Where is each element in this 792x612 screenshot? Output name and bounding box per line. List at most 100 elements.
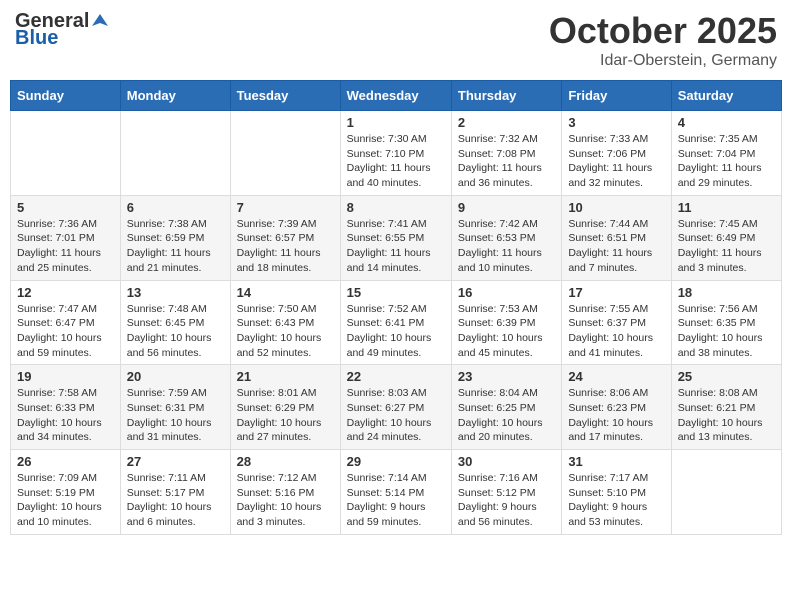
weekday-header-thursday: Thursday xyxy=(451,81,561,111)
calendar-week-row: 12 Sunrise: 7:47 AM Sunset: 6:47 PM Dayli… xyxy=(11,280,782,365)
calendar-week-row: 5Sunrise: 7:36 AM Sunset: 7:01 PM Daylig… xyxy=(11,195,782,280)
day-info: Sunrise: 7:53 AM Sunset: 6:39 PM Dayligh… xyxy=(458,302,555,361)
day-number: 15 xyxy=(347,285,445,300)
day-number: 3 xyxy=(568,115,664,130)
calendar-cell: 17Sunrise: 7:55 AM Sunset: 6:37 PM Dayli… xyxy=(562,280,671,365)
calendar-cell: 2 Sunrise: 7:32 AM Sunset: 7:08 PM Daylig… xyxy=(451,111,561,196)
day-number: 24 xyxy=(568,369,664,384)
weekday-header-friday: Friday xyxy=(562,81,671,111)
day-number: 23 xyxy=(458,369,555,384)
calendar-cell xyxy=(230,111,340,196)
calendar-cell: 26 Sunrise: 7:09 AM Sunset: 5:19 PM Dayli… xyxy=(11,450,121,535)
calendar-cell: 22 Sunrise: 8:03 AM Sunset: 6:27 PM Dayli… xyxy=(340,365,451,450)
calendar-week-row: 1 Sunrise: 7:30 AM Sunset: 7:10 PM Daylig… xyxy=(11,111,782,196)
day-info: Sunrise: 7:47 AM Sunset: 6:47 PM Dayligh… xyxy=(17,302,114,361)
day-info: Sunrise: 8:06 AM Sunset: 6:23 PM Dayligh… xyxy=(568,386,664,445)
day-info: Sunrise: 7:16 AM Sunset: 5:12 PM Dayligh… xyxy=(458,471,555,530)
day-info: Sunrise: 7:30 AM Sunset: 7:10 PM Dayligh… xyxy=(347,132,445,191)
calendar-cell: 9Sunrise: 7:42 AM Sunset: 6:53 PM Daylig… xyxy=(451,195,561,280)
day-info: Sunrise: 7:52 AM Sunset: 6:41 PM Dayligh… xyxy=(347,302,445,361)
logo: General Blue xyxy=(15,10,111,50)
calendar-cell: 19Sunrise: 7:58 AM Sunset: 6:33 PM Dayli… xyxy=(11,365,121,450)
calendar-cell xyxy=(11,111,121,196)
calendar-cell: 30 Sunrise: 7:16 AM Sunset: 5:12 PM Dayli… xyxy=(451,450,561,535)
day-number: 19 xyxy=(17,369,114,384)
logo-blue-text: Blue xyxy=(15,27,58,50)
logo-icon xyxy=(90,12,110,32)
weekday-header-tuesday: Tuesday xyxy=(230,81,340,111)
day-info: Sunrise: 7:59 AM Sunset: 6:31 PM Dayligh… xyxy=(127,386,224,445)
day-number: 30 xyxy=(458,454,555,469)
day-number: 6 xyxy=(127,200,224,215)
day-number: 1 xyxy=(347,115,445,130)
day-number: 10 xyxy=(568,200,664,215)
calendar-cell: 25Sunrise: 8:08 AM Sunset: 6:21 PM Dayli… xyxy=(671,365,781,450)
day-info: Sunrise: 7:17 AM Sunset: 5:10 PM Dayligh… xyxy=(568,471,664,530)
day-info: Sunrise: 7:38 AM Sunset: 6:59 PM Dayligh… xyxy=(127,217,224,276)
calendar-cell xyxy=(120,111,230,196)
day-number: 16 xyxy=(458,285,555,300)
day-info: Sunrise: 7:09 AM Sunset: 5:19 PM Dayligh… xyxy=(17,471,114,530)
calendar-cell: 15 Sunrise: 7:52 AM Sunset: 6:41 PM Dayli… xyxy=(340,280,451,365)
day-number: 18 xyxy=(678,285,775,300)
day-number: 8 xyxy=(347,200,445,215)
calendar-cell: 27 Sunrise: 7:11 AM Sunset: 5:17 PM Dayli… xyxy=(120,450,230,535)
calendar-cell: 24 Sunrise: 8:06 AM Sunset: 6:23 PM Dayli… xyxy=(562,365,671,450)
calendar-cell: 6 Sunrise: 7:38 AM Sunset: 6:59 PM Daylig… xyxy=(120,195,230,280)
weekday-header-wednesday: Wednesday xyxy=(340,81,451,111)
calendar-cell: 31 Sunrise: 7:17 AM Sunset: 5:10 PM Dayli… xyxy=(562,450,671,535)
location-text: Idar-Oberstein, Germany xyxy=(549,52,777,70)
calendar-cell: 12 Sunrise: 7:47 AM Sunset: 6:47 PM Dayli… xyxy=(11,280,121,365)
day-info: Sunrise: 7:41 AM Sunset: 6:55 PM Dayligh… xyxy=(347,217,445,276)
day-number: 29 xyxy=(347,454,445,469)
calendar-cell: 5Sunrise: 7:36 AM Sunset: 7:01 PM Daylig… xyxy=(11,195,121,280)
day-info: Sunrise: 7:33 AM Sunset: 7:06 PM Dayligh… xyxy=(568,132,664,191)
day-info: Sunrise: 7:32 AM Sunset: 7:08 PM Dayligh… xyxy=(458,132,555,191)
day-number: 27 xyxy=(127,454,224,469)
day-number: 11 xyxy=(678,200,775,215)
calendar-table: SundayMondayTuesdayWednesdayThursdayFrid… xyxy=(10,80,782,535)
day-info: Sunrise: 7:44 AM Sunset: 6:51 PM Dayligh… xyxy=(568,217,664,276)
day-info: Sunrise: 7:56 AM Sunset: 6:35 PM Dayligh… xyxy=(678,302,775,361)
day-number: 13 xyxy=(127,285,224,300)
day-number: 22 xyxy=(347,369,445,384)
day-info: Sunrise: 8:04 AM Sunset: 6:25 PM Dayligh… xyxy=(458,386,555,445)
calendar-cell: 20Sunrise: 7:59 AM Sunset: 6:31 PM Dayli… xyxy=(120,365,230,450)
day-number: 28 xyxy=(237,454,334,469)
calendar-cell: 13 Sunrise: 7:48 AM Sunset: 6:45 PM Dayli… xyxy=(120,280,230,365)
weekday-header-row: SundayMondayTuesdayWednesdayThursdayFrid… xyxy=(11,81,782,111)
day-number: 7 xyxy=(237,200,334,215)
day-info: Sunrise: 7:50 AM Sunset: 6:43 PM Dayligh… xyxy=(237,302,334,361)
day-number: 21 xyxy=(237,369,334,384)
weekday-header-sunday: Sunday xyxy=(11,81,121,111)
calendar-cell: 23 Sunrise: 8:04 AM Sunset: 6:25 PM Dayli… xyxy=(451,365,561,450)
calendar-cell: 16 Sunrise: 7:53 AM Sunset: 6:39 PM Dayli… xyxy=(451,280,561,365)
day-info: Sunrise: 8:08 AM Sunset: 6:21 PM Dayligh… xyxy=(678,386,775,445)
calendar-week-row: 26 Sunrise: 7:09 AM Sunset: 5:19 PM Dayli… xyxy=(11,450,782,535)
day-number: 4 xyxy=(678,115,775,130)
weekday-header-saturday: Saturday xyxy=(671,81,781,111)
day-info: Sunrise: 7:12 AM Sunset: 5:16 PM Dayligh… xyxy=(237,471,334,530)
calendar-week-row: 19Sunrise: 7:58 AM Sunset: 6:33 PM Dayli… xyxy=(11,365,782,450)
day-info: Sunrise: 7:35 AM Sunset: 7:04 PM Dayligh… xyxy=(678,132,775,191)
day-info: Sunrise: 8:03 AM Sunset: 6:27 PM Dayligh… xyxy=(347,386,445,445)
day-info: Sunrise: 7:45 AM Sunset: 6:49 PM Dayligh… xyxy=(678,217,775,276)
calendar-cell: 7 Sunrise: 7:39 AM Sunset: 6:57 PM Daylig… xyxy=(230,195,340,280)
page-header: General Blue October 2025 Idar-Oberstein… xyxy=(10,10,782,70)
day-info: Sunrise: 7:11 AM Sunset: 5:17 PM Dayligh… xyxy=(127,471,224,530)
month-title: October 2025 xyxy=(549,10,777,52)
day-info: Sunrise: 7:39 AM Sunset: 6:57 PM Dayligh… xyxy=(237,217,334,276)
day-number: 9 xyxy=(458,200,555,215)
calendar-cell: 18 Sunrise: 7:56 AM Sunset: 6:35 PM Dayli… xyxy=(671,280,781,365)
day-number: 26 xyxy=(17,454,114,469)
day-number: 2 xyxy=(458,115,555,130)
day-info: Sunrise: 7:55 AM Sunset: 6:37 PM Dayligh… xyxy=(568,302,664,361)
calendar-cell: 4 Sunrise: 7:35 AM Sunset: 7:04 PM Daylig… xyxy=(671,111,781,196)
day-info: Sunrise: 8:01 AM Sunset: 6:29 PM Dayligh… xyxy=(237,386,334,445)
calendar-cell: 28 Sunrise: 7:12 AM Sunset: 5:16 PM Dayli… xyxy=(230,450,340,535)
day-number: 31 xyxy=(568,454,664,469)
day-info: Sunrise: 7:48 AM Sunset: 6:45 PM Dayligh… xyxy=(127,302,224,361)
weekday-header-monday: Monday xyxy=(120,81,230,111)
day-number: 14 xyxy=(237,285,334,300)
day-number: 12 xyxy=(17,285,114,300)
